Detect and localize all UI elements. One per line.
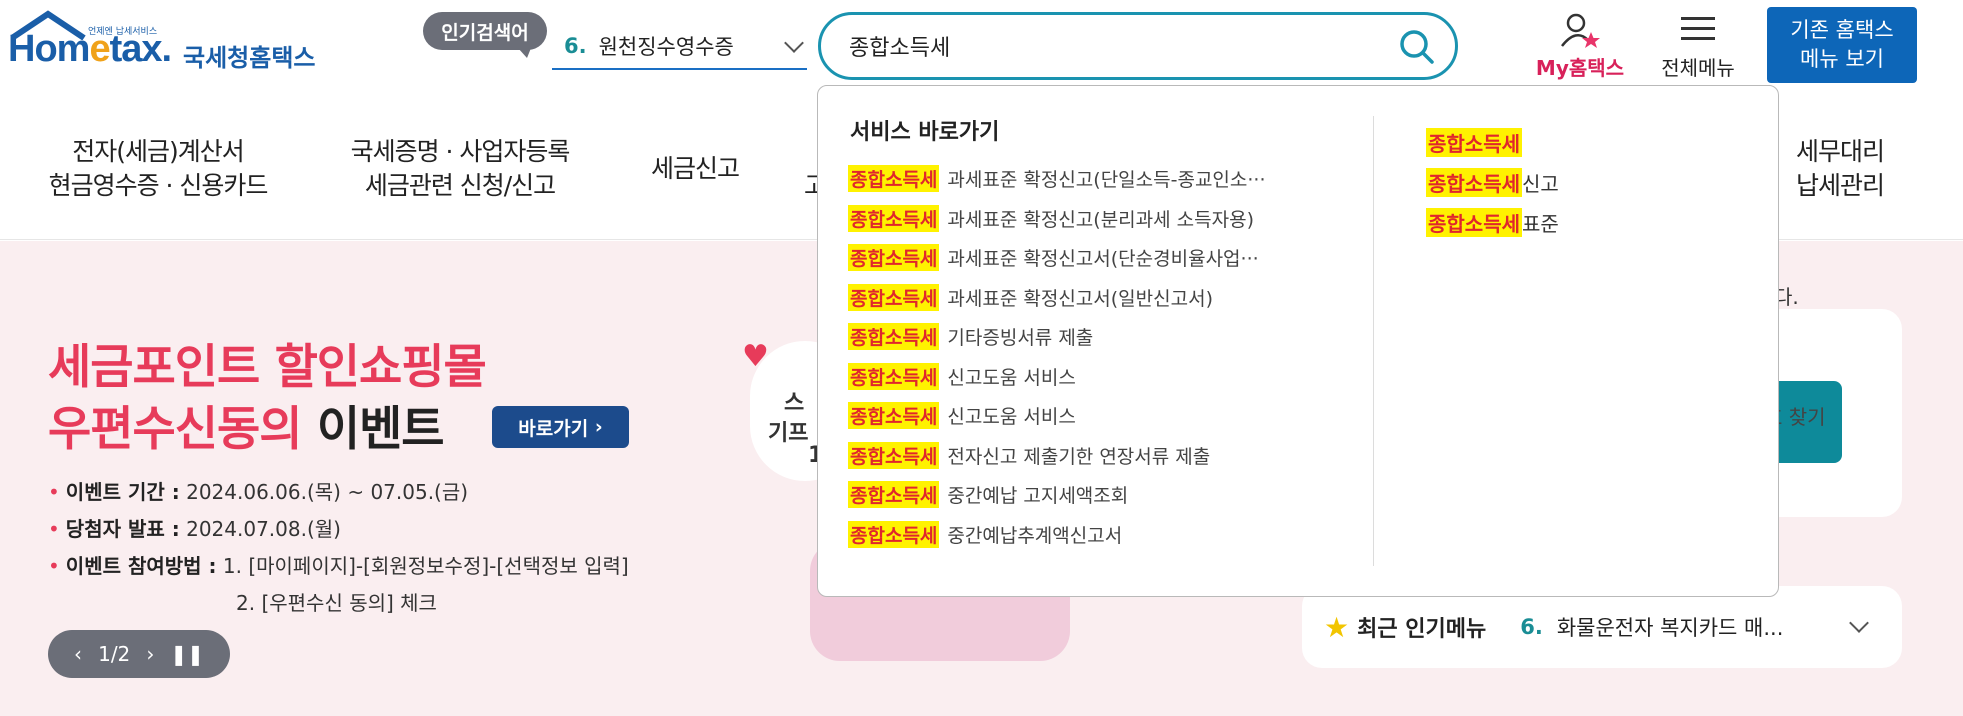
gnb-item-certificate[interactable]: 국세증명 · 사업자등록 세금관련 신청/신고 (340, 135, 580, 203)
search-box (818, 12, 1458, 80)
keyword-highlight: 종합소득세 (848, 283, 940, 311)
service-item-label: 기타증빙서류 제출 (947, 327, 1094, 350)
event-period: • 이벤트 기간 : 2024.06.06.(목) ~ 07.05.(금) (48, 480, 469, 504)
search-icon[interactable] (1397, 27, 1437, 67)
keyword-highlight: 종합소득세 (1426, 167, 1522, 197)
pause-icon[interactable]: ❚❚ (170, 642, 204, 666)
participation-step2: 2. [우편수신 동의] 체크 (236, 591, 437, 615)
keyword-highlight: 종합소득세 (848, 362, 940, 390)
popular-keyword: 원천징수영수증 (598, 35, 734, 59)
service-item-label: 전자신고 제출기한 연장서류 제출 (947, 445, 1211, 468)
banner-pager: ‹ 1/2 › ❚❚ (48, 630, 230, 678)
gnb-item-certificate-line2: 세금관련 신청/신고 (364, 171, 556, 200)
service-item-label: 중간예납 고지세액조회 (947, 485, 1129, 508)
gnb-item-tax-agent[interactable]: 세무대리 납세관리 (1780, 135, 1900, 203)
my-hometax-button[interactable]: My홈택스 (1525, 8, 1635, 83)
gnb-item-tax-agent-line2: 납세관리 (1795, 171, 1885, 200)
popular-rank: 6. (564, 34, 587, 58)
keyword-suffix: 표준 (1522, 211, 1559, 236)
gnb-item-certificate-line1: 국세증명 · 사업자등록 (350, 137, 571, 166)
banner-go-button[interactable]: 바로가기 › (492, 406, 629, 448)
service-item[interactable]: 종합소득세 기타증빙서류 제출 (848, 317, 1398, 357)
hamburger-icon (1681, 17, 1715, 40)
keyword-suggestion[interactable]: 종합소득세 표준 (1426, 202, 1559, 242)
service-item-label: 과세표준 확정신고(분리과세 소득자용) (947, 208, 1254, 231)
popular-search-badge: 인기검색어 (423, 12, 547, 58)
recent-popular-menu[interactable]: ★ 최근 인기메뉴 6. 화물운전자 복지카드 매... (1302, 586, 1902, 668)
chevron-down-icon[interactable] (784, 33, 804, 53)
gnb-item-invoice-line2: 현금영수증 · 신용카드 (48, 171, 269, 200)
service-item-label: 신고도움 서비스 (947, 406, 1076, 429)
keyword-highlight: 종합소득세 (848, 165, 940, 193)
service-item[interactable]: 종합소득세 전자신고 제출기한 연장서류 제출 (848, 436, 1398, 476)
hometax-logo[interactable]: 언제엔 납세서비스 Hometax. 국세청홈택스 (8, 10, 328, 85)
service-item[interactable]: 종합소득세 중간예납추계액신고서 (848, 515, 1398, 555)
participation-method: • 이벤트 참여방법 : 1. [마이페이지]-[회원정보수정]-[선택정보 입력… (48, 554, 629, 578)
heart-icon: ♥ (742, 339, 769, 374)
banner-details: • 이벤트 기간 : 2024.06.06.(목) ~ 07.05.(금) • 당첨… (48, 474, 629, 622)
keyword-suffix: 신고 (1522, 171, 1559, 196)
chevron-left-icon[interactable]: ‹ (74, 642, 82, 666)
old-hometax-line1: 기존 홈택스 (1790, 18, 1894, 42)
gnb-item-tax-agent-line1: 세무대리 (1795, 137, 1885, 166)
service-item-label: 신고도움 서비스 (947, 366, 1076, 389)
recent-menu-value: 화물운전자 복지카드 매... (1556, 616, 1784, 640)
gnb-item-invoice[interactable]: 전자(세금)계산서 현금영수증 · 신용카드 (38, 135, 278, 203)
all-menu-label: 전체메뉴 (1661, 56, 1735, 80)
keyword-list: 종합소득세 종합소득세 신고 종합소득세 표준 (1426, 122, 1559, 242)
chevron-down-icon[interactable] (1849, 613, 1869, 633)
service-item[interactable]: 종합소득세 과세표준 확정신고(단일소득-종교인소··· (848, 159, 1398, 199)
chevron-right-icon[interactable]: › (146, 642, 154, 666)
keyword-highlight: 종합소득세 (848, 323, 940, 351)
keyword-highlight: 종합소득세 (848, 402, 940, 430)
popular-search-ticker[interactable]: 6. 원천징수영수증 (552, 24, 807, 70)
service-item-label: 과세표준 확정신고서(일반신고서) (947, 287, 1213, 310)
service-shortcut-heading: 서비스 바로가기 (850, 120, 1000, 145)
banner-title: 세금포인트 할인쇼핑몰 우편수신동의 이벤트 (48, 337, 487, 461)
search-autocomplete: 서비스 바로가기 종합소득세 과세표준 확정신고(단일소득-종교인소··· 종합소득… (817, 85, 1779, 597)
pager-count: 1/2 (98, 642, 131, 666)
recent-menu-rank: 6. (1520, 615, 1543, 639)
user-star-icon (1561, 13, 1600, 48)
illustration-text-a: 스 (784, 391, 805, 416)
all-menu-button[interactable]: 전체메뉴 (1648, 8, 1748, 83)
service-item[interactable]: 종합소득세 신고도움 서비스 (848, 357, 1398, 397)
logo-wordmark: Hometax. (8, 28, 172, 70)
service-item[interactable]: 종합소득세 과세표준 확정신고서(일반신고서) (848, 278, 1398, 318)
service-item[interactable]: 종합소득세 과세표준 확정신고서(단순경비율사업··· (848, 238, 1398, 278)
service-item-label: 중간예납추계액신고서 (947, 524, 1123, 547)
gnb-item-invoice-line1: 전자(세금)계산서 (72, 137, 245, 166)
chevron-right-icon: › (594, 416, 603, 438)
star-icon: ★ (1324, 610, 1350, 644)
service-item[interactable]: 종합소득세 중간예납 고지세액조회 (848, 475, 1398, 515)
service-item[interactable]: 종합소득세 신고도움 서비스 (848, 396, 1398, 436)
service-item-label: 과세표준 확정신고서(단순경비율사업··· (947, 248, 1259, 271)
winner-announce: • 당첨자 발표 : 2024.07.08.(월) (48, 517, 341, 541)
keyword-suggestion[interactable]: 종합소득세 신고 (1426, 162, 1559, 202)
keyword-highlight: 종합소득세 (848, 441, 940, 469)
header: 언제엔 납세서비스 Hometax. 국세청홈택스 인기검색어 6. 원천징수영… (0, 0, 1963, 95)
keyword-highlight: 종합소득세 (848, 481, 940, 509)
service-list: 종합소득세 과세표준 확정신고(단일소득-종교인소··· 종합소득세 과세표준 확정신… (848, 159, 1398, 554)
search-input[interactable] (847, 29, 1367, 63)
keyword-highlight: 종합소득세 (848, 520, 940, 548)
my-hometax-label: My홈택스 (1535, 56, 1625, 80)
keyword-highlight: 종합소득세 (1426, 127, 1522, 157)
logo-name: 국세청홈택스 (183, 44, 316, 72)
banner-title-line1: 세금포인트 할인쇼핑몰 (48, 340, 487, 395)
old-hometax-line2: 메뉴 보기 (1800, 47, 1884, 71)
keyword-suggestion[interactable]: 종합소득세 (1426, 122, 1559, 162)
service-item-label: 과세표준 확정신고(단일소득-종교인소··· (947, 169, 1266, 192)
keyword-highlight: 종합소득세 (848, 244, 940, 272)
divider (1373, 116, 1374, 566)
illustration-text-b: 기프 (768, 421, 809, 446)
gnb-item-tax-report[interactable]: 세금신고 (640, 152, 750, 186)
service-item[interactable]: 종합소득세 과세표준 확정신고(분리과세 소득자용) (848, 199, 1398, 239)
keyword-highlight: 종합소득세 (848, 204, 940, 232)
banner-title-line2: 우편수신동의 이벤트 (48, 402, 445, 457)
recent-menu-title: 최근 인기메뉴 (1357, 617, 1487, 642)
old-hometax-menu-button[interactable]: 기존 홈택스 메뉴 보기 (1767, 7, 1917, 83)
keyword-highlight: 종합소득세 (1426, 207, 1522, 237)
